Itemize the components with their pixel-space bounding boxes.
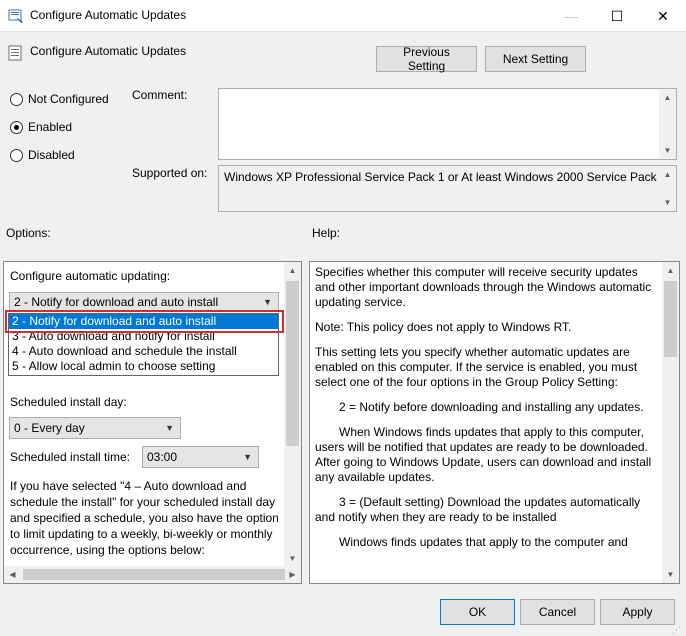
- ok-button[interactable]: OK: [440, 599, 515, 625]
- cancel-button[interactable]: Cancel: [520, 599, 595, 625]
- options-vscrollbar[interactable]: ▲ ▼: [284, 262, 301, 567]
- help-paragraph: This setting lets you specify whether au…: [315, 345, 638, 389]
- configure-label: Configure automatic updating:: [10, 269, 171, 283]
- schedule-description: If you have selected "4 – Auto download …: [10, 479, 279, 557]
- window-title: Configure Automatic Updates: [30, 8, 187, 22]
- help-paragraph: 3 = (Default setting) Download the updat…: [315, 495, 641, 524]
- radio-dot: [10, 92, 23, 106]
- next-setting-button[interactable]: Next Setting: [485, 46, 586, 72]
- options-section-label: Options:: [6, 226, 51, 240]
- scroll-thumb[interactable]: [23, 569, 285, 580]
- policy-setting-icon: [8, 45, 22, 61]
- day-select[interactable]: 0 - Every day ▼: [9, 417, 181, 439]
- help-text: Specifies whether this computer will rec…: [315, 265, 661, 560]
- scroll-down-icon[interactable]: ▼: [284, 550, 301, 567]
- help-paragraph: Note: This policy does not apply to Wind…: [315, 320, 572, 334]
- comment-textarea[interactable]: ▲ ▼: [218, 88, 677, 160]
- scroll-down-icon[interactable]: ▼: [659, 142, 676, 159]
- close-button[interactable]: ✕: [640, 0, 686, 32]
- radio-enabled[interactable]: Enabled: [10, 120, 72, 134]
- setting-title: Configure Automatic Updates: [30, 44, 187, 58]
- radio-disabled[interactable]: Disabled: [10, 148, 75, 162]
- day-label: Scheduled install day:: [10, 395, 127, 409]
- apply-button[interactable]: Apply: [600, 599, 675, 625]
- chevron-down-icon: ▼: [243, 452, 252, 462]
- minimize-button[interactable]: —: [548, 0, 594, 32]
- time-label: Scheduled install time:: [10, 450, 131, 464]
- configure-select-value: 2 - Notify for download and auto install: [14, 295, 219, 309]
- help-paragraph: Specifies whether this computer will rec…: [315, 265, 652, 309]
- previous-setting-button[interactable]: Previous Setting: [376, 45, 477, 73]
- scroll-up-icon[interactable]: ▲: [659, 89, 676, 106]
- day-select-value: 0 - Every day: [14, 421, 85, 435]
- radio-not-configured[interactable]: Not Configured: [10, 92, 109, 106]
- scroll-thumb[interactable]: [664, 281, 677, 357]
- radio-dot: [10, 148, 23, 162]
- configure-select[interactable]: 2 - Notify for download and auto install…: [9, 292, 279, 312]
- help-scrollbar[interactable]: ▲ ▼: [662, 262, 679, 583]
- scroll-up-icon[interactable]: ▲: [284, 262, 301, 279]
- supported-text: Windows XP Professional Service Pack 1 o…: [224, 170, 667, 184]
- highlight-box: [5, 310, 284, 333]
- scroll-thumb[interactable]: [286, 281, 299, 446]
- help-paragraph: When Windows finds updates that apply to…: [315, 425, 652, 484]
- supported-label: Supported on:: [132, 166, 208, 180]
- scroll-down-icon[interactable]: ▼: [659, 194, 676, 211]
- radio-label: Disabled: [28, 148, 75, 162]
- options-hscrollbar[interactable]: ◀ ▶: [4, 566, 301, 583]
- chevron-down-icon: ▼: [165, 423, 174, 433]
- scroll-left-icon[interactable]: ◀: [4, 566, 21, 583]
- radio-label: Not Configured: [28, 92, 109, 106]
- help-paragraph: Windows finds updates that apply to the …: [339, 535, 628, 549]
- comment-scrollbar[interactable]: ▲ ▼: [659, 89, 676, 159]
- scroll-up-icon[interactable]: ▲: [662, 262, 679, 279]
- dropdown-option[interactable]: 5 - Allow local admin to choose setting: [9, 359, 278, 374]
- scroll-right-icon[interactable]: ▶: [284, 566, 301, 583]
- supported-scrollbar[interactable]: ▲ ▼: [659, 166, 676, 211]
- dropdown-option[interactable]: 4 - Auto download and schedule the insta…: [9, 344, 278, 359]
- comment-label: Comment:: [132, 88, 188, 102]
- time-select[interactable]: 03:00 ▼: [142, 446, 259, 468]
- help-panel: Specifies whether this computer will rec…: [309, 261, 680, 584]
- scroll-down-icon[interactable]: ▼: [662, 566, 679, 583]
- policy-app-icon: [8, 9, 23, 23]
- help-section-label: Help:: [312, 226, 341, 240]
- maximize-button[interactable]: ☐: [594, 0, 640, 32]
- supported-box: Windows XP Professional Service Pack 1 o…: [218, 165, 677, 212]
- radio-label: Enabled: [28, 120, 73, 134]
- scroll-up-icon[interactable]: ▲: [659, 166, 676, 183]
- radio-dot: [10, 120, 23, 134]
- help-paragraph: 2 = Notify before downloading and instal…: [339, 400, 644, 414]
- resize-grip-icon[interactable]: ⋰: [672, 624, 684, 636]
- chevron-down-icon: ▼: [263, 297, 272, 307]
- title-bar: Configure Automatic Updates — ☐ ✕: [0, 0, 686, 32]
- time-select-value: 03:00: [147, 450, 178, 464]
